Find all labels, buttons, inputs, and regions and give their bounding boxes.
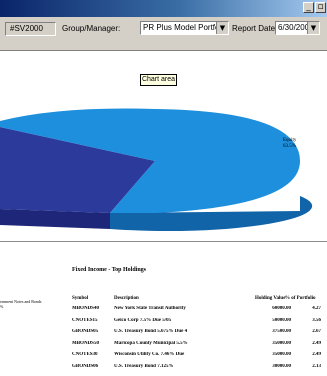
restore-icon: ▫ bbox=[317, 2, 324, 12]
table-row[interactable]: MBONDS50 Maricopa County Municipal 5.5% 35… bbox=[0, 341, 327, 353]
holding-value: 35000.00 bbox=[272, 340, 291, 346]
minimize-button[interactable]: _ bbox=[303, 2, 314, 13]
holding-symbol: MBONDS40 bbox=[72, 306, 99, 311]
section-divider bbox=[0, 241, 327, 242]
equity-slice-label: Equity 63.5% bbox=[283, 138, 296, 150]
holding-value: 30000.00 bbox=[272, 363, 291, 369]
column-header-description: Description bbox=[114, 296, 139, 301]
restore-button[interactable]: ▫ bbox=[315, 2, 326, 13]
holding-symbol: CNOTES15 bbox=[72, 317, 98, 323]
holding-pct: 2.49 bbox=[312, 340, 321, 346]
group-manager-label: Group/Manager: bbox=[62, 24, 121, 33]
holding-symbol: CNOTES30 bbox=[72, 352, 98, 357]
holding-description: U.S. Treasury Bond 5.675% Due 4 bbox=[114, 329, 188, 334]
holding-pct: 2.67 bbox=[312, 329, 321, 334]
column-header-pct-portfolio: % of Portfolio bbox=[285, 296, 316, 301]
holding-value: 35000.00 bbox=[272, 352, 291, 357]
column-header-symbol: Symbol bbox=[72, 296, 89, 301]
holding-pct: 2.49 bbox=[312, 352, 321, 357]
group-manager-value: PR Plus Model Portfolio bbox=[143, 23, 216, 32]
window-title-bar bbox=[0, 0, 327, 17]
chevron-down-icon[interactable]: ▼ bbox=[216, 22, 228, 34]
holding-pct: 2.13 bbox=[312, 363, 321, 369]
column-header-holding-value: Holding Value bbox=[255, 296, 286, 301]
holding-description: Wisconsin Utility Co. 7.46% Due bbox=[114, 352, 185, 357]
report-date-picker[interactable]: 6/30/2004 ▼ bbox=[275, 21, 320, 35]
holding-value: 37500.00 bbox=[272, 329, 291, 334]
holding-pct: 3.56 bbox=[312, 317, 321, 323]
table-row[interactable]: MBONDS40 New York State Transit Authority… bbox=[0, 306, 327, 318]
minimize-icon: _ bbox=[306, 2, 311, 12]
table-row[interactable]: CNOTES15 Geico Corp 7.5% Due 5/05 50000.00… bbox=[0, 318, 327, 330]
holding-symbol: GBONDS06 bbox=[72, 363, 99, 369]
holding-description: U.S. Treasury Bond 7.125% bbox=[114, 363, 174, 369]
holding-pct: 4.27 bbox=[312, 306, 321, 311]
group-manager-select[interactable]: PR Plus Model Portfolio ▼ bbox=[140, 21, 229, 35]
holding-symbol: MBONDS50 bbox=[72, 340, 99, 346]
holding-symbol: GBONDS05 bbox=[72, 329, 99, 334]
account-code-field[interactable]: #SV2000 bbox=[5, 22, 56, 36]
fixed-income-title: Fixed Income - Top Holdings bbox=[72, 267, 147, 273]
holding-description: Geico Corp 7.5% Due 5/05 bbox=[114, 317, 172, 323]
holding-description: Maricopa County Municipal 5.5% bbox=[114, 340, 188, 346]
equity-label-value: 63.5% bbox=[283, 144, 296, 149]
chevron-down-icon[interactable]: ▼ bbox=[307, 22, 319, 34]
table-row[interactable]: GBONDS06 U.S. Treasury Bond 7.125% 30000.0… bbox=[0, 364, 327, 376]
government-notes-text: ernment Notes and Bonds bbox=[0, 299, 42, 304]
holding-value: 50000.00 bbox=[272, 317, 291, 323]
table-row[interactable]: GBONDS05 U.S. Treasury Bond 5.675% Due 4 3… bbox=[0, 329, 327, 341]
report-date-value: 6/30/2004 bbox=[278, 23, 308, 32]
holding-description: New York State Transit Authority bbox=[114, 306, 186, 311]
chart-area-tooltip: Chart area bbox=[140, 74, 177, 86]
table-row[interactable]: CNOTES30 Wisconsin Utility Co. 7.46% Due 3… bbox=[0, 352, 327, 364]
holding-value: 60000.00 bbox=[272, 306, 291, 311]
